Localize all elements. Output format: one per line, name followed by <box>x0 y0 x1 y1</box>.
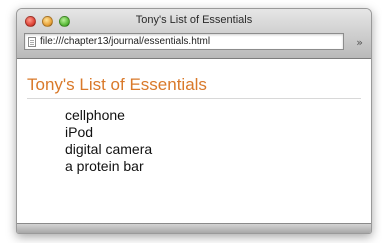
page-content: Tony's List of Essentials cellphone iPod… <box>17 75 371 175</box>
page-heading: Tony's List of Essentials <box>27 75 361 99</box>
title-bar: Tony's List of Essentials file:///chapte… <box>17 9 371 59</box>
list-item: iPod <box>65 124 94 140</box>
list-item: digital camera <box>65 141 153 157</box>
address-text: file:///chapter13/journal/essentials.htm… <box>40 36 211 47</box>
page-icon <box>28 36 36 47</box>
screenshot-stage: Tony's List of Essentials file:///chapte… <box>0 0 382 243</box>
address-bar[interactable]: file:///chapter13/journal/essentials.htm… <box>24 33 344 50</box>
browser-window: Tony's List of Essentials file:///chapte… <box>16 8 372 234</box>
list-item: cellphone <box>65 107 125 123</box>
list-item: a protein bar <box>65 158 144 174</box>
essentials-list: cellphone iPod digital camera a protein … <box>65 107 361 175</box>
toolbar-overflow-icon[interactable]: » <box>356 36 363 49</box>
window-title: Tony's List of Essentials <box>135 14 253 26</box>
status-bar <box>17 223 371 233</box>
